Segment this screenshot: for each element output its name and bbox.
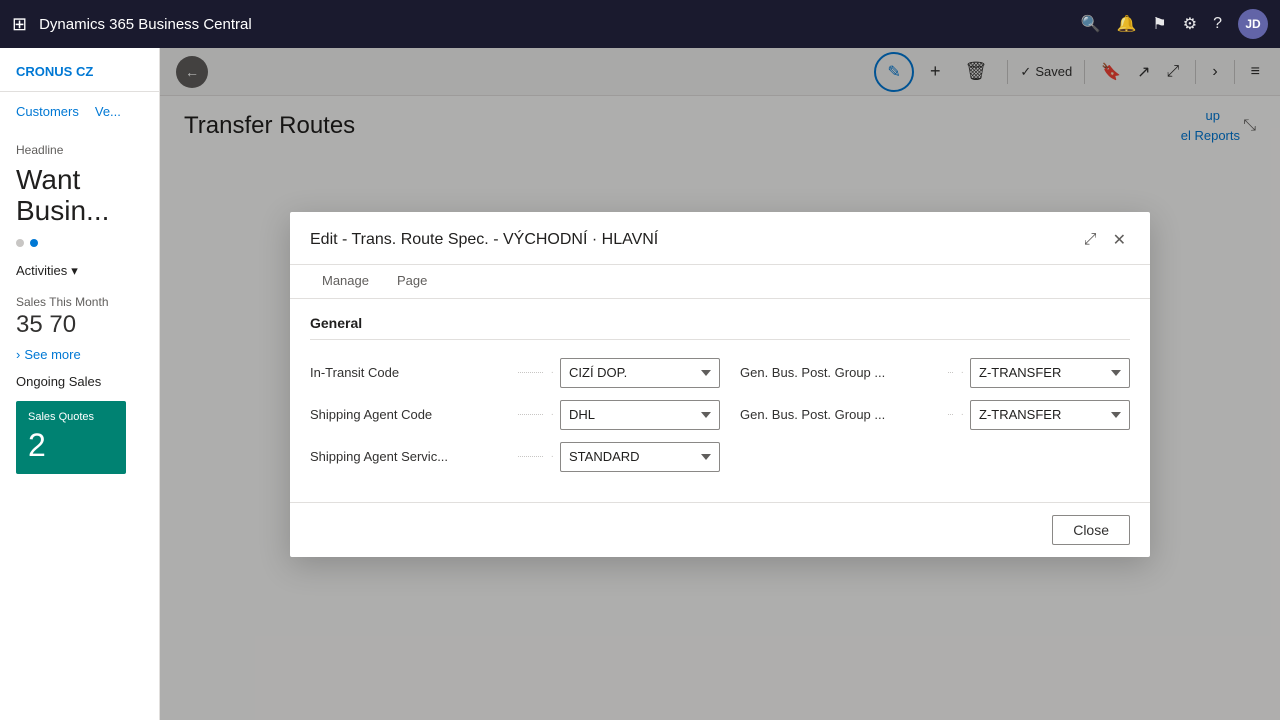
form-grid: In-Transit Code · CIZÍ DOP. Shipping Age… xyxy=(310,352,1130,478)
shipping-agent-service-row: Shipping Agent Servic... · STANDARD xyxy=(310,436,720,478)
field-dot-1: · xyxy=(551,367,554,378)
activities-item[interactable]: Activities ▾ xyxy=(0,255,159,287)
sidebar-item-vendors[interactable]: Ve... xyxy=(87,100,129,123)
modal-tab-manage[interactable]: Manage xyxy=(310,265,381,298)
headline-label: Headline xyxy=(0,139,159,161)
shipping-agent-code-row: Shipping Agent Code · DHL xyxy=(310,394,720,436)
dot-1[interactable] xyxy=(16,239,24,247)
avatar[interactable]: JD xyxy=(1238,9,1268,39)
activities-chevron: ▾ xyxy=(71,263,78,279)
sidebar-item-customers[interactable]: Customers xyxy=(8,100,87,123)
dot-2[interactable] xyxy=(30,239,38,247)
gen-bus-post-group-2-label: Gen. Bus. Post. Group ... xyxy=(740,407,940,422)
sales-quotes-card: Sales Quotes 2 xyxy=(16,401,126,474)
ongoing-label: Ongoing Sales xyxy=(0,366,159,393)
help-icon[interactable]: ? xyxy=(1213,15,1222,33)
top-bar: ⊞ Dynamics 365 Business Central 🔍 🔔 ⚑ ⚙ … xyxy=(0,0,1280,48)
modal-header-icons: ⤢ ✕ xyxy=(1080,228,1130,264)
waffle-icon[interactable]: ⊞ xyxy=(12,14,27,35)
section-general: General xyxy=(310,315,1130,340)
shipping-agent-code-select[interactable]: DHL xyxy=(560,400,720,430)
modal-header: Edit - Trans. Route Spec. - VÝCHODNÍ · H… xyxy=(290,212,1150,265)
shipping-agent-code-label: Shipping Agent Code xyxy=(310,407,510,422)
in-transit-code-row: In-Transit Code · CIZÍ DOP. xyxy=(310,352,720,394)
field-dot-3: · xyxy=(551,451,554,462)
field-dot-4: · xyxy=(961,367,964,378)
gen-bus-post-group-1-label: Gen. Bus. Post. Group ... xyxy=(740,365,940,380)
close-button[interactable]: Close xyxy=(1052,515,1130,545)
edit-modal: Edit - Trans. Route Spec. - VÝCHODNÍ · H… xyxy=(290,212,1150,557)
see-more-label: See more xyxy=(24,347,80,362)
modal-expand-icon: ⤢ xyxy=(1084,231,1097,248)
shipping-agent-service-select[interactable]: STANDARD xyxy=(560,442,720,472)
search-icon[interactable]: 🔍 xyxy=(1081,14,1101,34)
modal-close-icon: ✕ xyxy=(1113,232,1126,249)
sales-quotes-label: Sales Quotes xyxy=(28,411,114,423)
company-name[interactable]: CRONUS CZ xyxy=(0,64,159,92)
field-dot-5: · xyxy=(961,409,964,420)
field-dot-2: · xyxy=(551,409,554,420)
see-more-link[interactable]: › See more xyxy=(0,343,159,366)
gen-bus-post-group-1-select[interactable]: Z-TRANSFER xyxy=(970,358,1130,388)
sidebar-nav: Customers Ve... xyxy=(0,100,159,123)
modal-close-button[interactable]: ✕ xyxy=(1109,228,1130,252)
form-right-col: Gen. Bus. Post. Group ... · Z-TRANSFER G… xyxy=(720,352,1130,478)
activities-label: Activities xyxy=(16,263,67,278)
modal-expand-button[interactable]: ⤢ xyxy=(1080,228,1101,252)
chevron-right-icon: › xyxy=(16,347,20,362)
metric-label: Sales This Month xyxy=(0,287,159,311)
in-transit-code-select[interactable]: CIZÍ DOP. xyxy=(560,358,720,388)
gear-icon[interactable]: ⚙ xyxy=(1183,14,1197,34)
top-bar-icons: 🔍 🔔 ⚑ ⚙ ? JD xyxy=(1081,9,1268,39)
gen-bus-post-group-1-row: Gen. Bus. Post. Group ... · Z-TRANSFER xyxy=(720,352,1130,394)
flag-icon[interactable]: ⚑ xyxy=(1152,14,1166,34)
carousel-dots xyxy=(0,231,159,255)
sidebar: CRONUS CZ Customers Ve... Headline WantB… xyxy=(0,48,160,720)
modal-overlay: Edit - Trans. Route Spec. - VÝCHODNÍ · H… xyxy=(160,48,1280,720)
in-transit-code-label: In-Transit Code xyxy=(310,365,510,380)
modal-tabs: Manage Page xyxy=(290,265,1150,299)
modal-title: Edit - Trans. Route Spec. - VÝCHODNÍ · H… xyxy=(310,231,1080,261)
form-left-col: In-Transit Code · CIZÍ DOP. Shipping Age… xyxy=(310,352,720,478)
headline-text: WantBusin... xyxy=(0,161,159,231)
modal-content: General In-Transit Code · CIZÍ DOP. xyxy=(290,299,1150,494)
main-layout: CRONUS CZ Customers Ve... Headline WantB… xyxy=(0,48,1280,720)
shipping-agent-service-label: Shipping Agent Servic... xyxy=(310,449,510,464)
content-area: ← ✎ + 🗑 ✓ Saved 🔖 ↗ xyxy=(160,48,1280,720)
bell-icon[interactable]: 🔔 xyxy=(1116,14,1136,34)
gen-bus-post-group-2-row: Gen. Bus. Post. Group ... · Z-TRANSFER xyxy=(720,394,1130,436)
modal-tab-page[interactable]: Page xyxy=(385,265,439,298)
modal-footer: Close xyxy=(290,502,1150,557)
sales-quotes-value: 2 xyxy=(28,427,114,464)
metric-value: 35 70 xyxy=(0,311,159,343)
gen-bus-post-group-2-select[interactable]: Z-TRANSFER xyxy=(970,400,1130,430)
app-title: Dynamics 365 Business Central xyxy=(39,16,1068,33)
